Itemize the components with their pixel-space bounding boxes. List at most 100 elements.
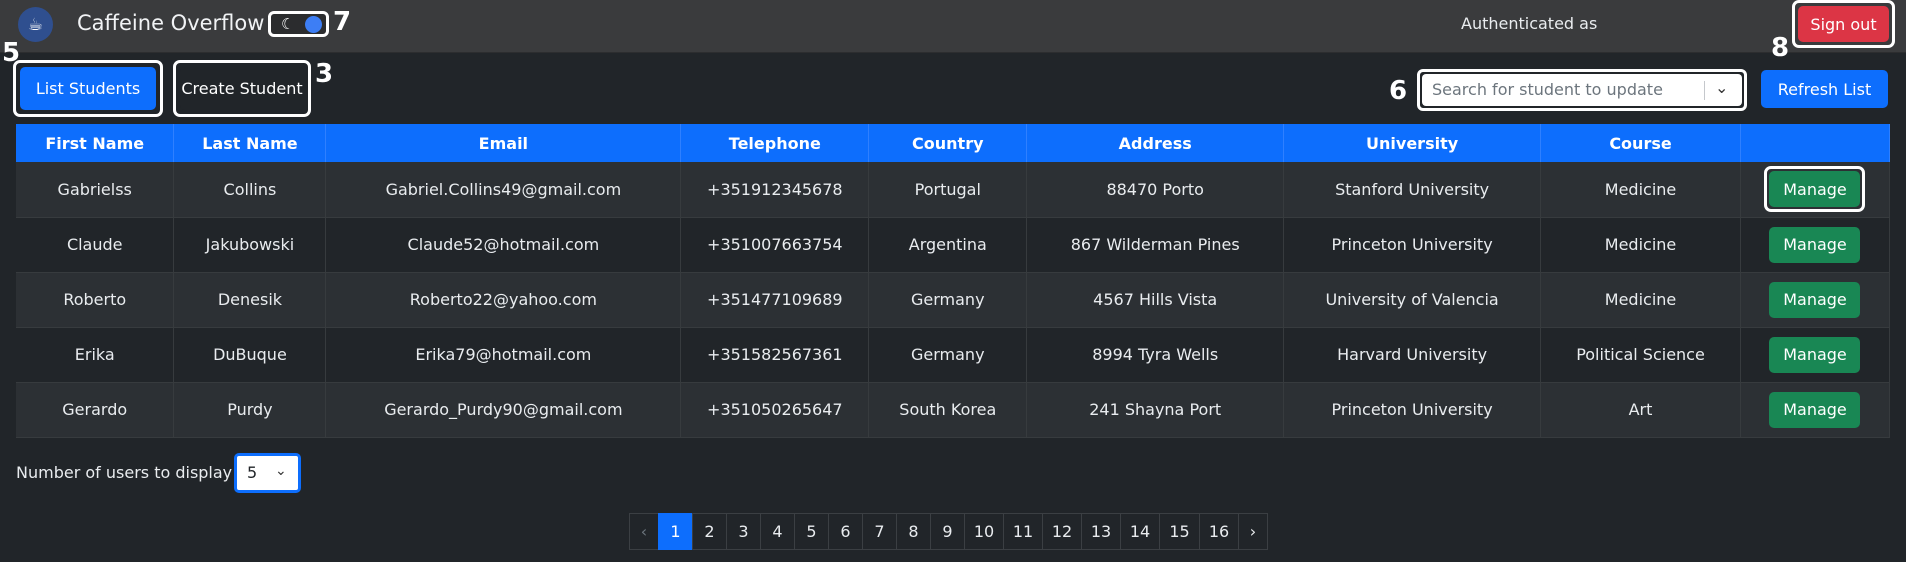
cell-course: Art <box>1540 382 1741 438</box>
cell-actions: Manage <box>1740 382 1891 438</box>
manage-button[interactable]: Manage <box>1769 391 1861 428</box>
badge-3: 3 <box>315 59 334 89</box>
manage-button[interactable]: Manage <box>1769 171 1861 208</box>
cell-course: Political Science <box>1540 327 1741 383</box>
coffee-logo-icon[interactable]: ☕ <box>18 7 53 42</box>
moon-icon: ☾ <box>281 15 295 33</box>
navbar: ☕ Caffeine Overflow ☾ 7 Authenticated as… <box>0 0 1906 53</box>
cell-first-name: Gerardo <box>16 382 175 438</box>
users-per-page-select[interactable]: 5 ⌄ <box>234 453 301 493</box>
cell-country: Argentina <box>868 217 1028 273</box>
table-row: Gabrielss Collins Gabriel.Collins49@gmai… <box>16 162 1891 218</box>
table-row: Gerardo Purdy Gerardo_Purdy90@gmail.com … <box>16 382 1891 438</box>
cell-country: Portugal <box>868 162 1028 218</box>
cell-telephone: +351582567361 <box>680 327 870 383</box>
page-3[interactable]: 3 <box>726 513 761 550</box>
cell-address: 4567 Hills Vista <box>1026 272 1285 328</box>
page-14[interactable]: 14 <box>1120 513 1160 550</box>
table-header-row: First Name Last Name Email Telephone Cou… <box>16 124 1891 162</box>
cell-email: Erika79@hotmail.com <box>325 327 682 383</box>
cell-last-name: DuBuque <box>173 327 327 383</box>
cell-last-name: Collins <box>173 162 327 218</box>
refresh-list-button[interactable]: Refresh List <box>1761 70 1888 108</box>
students-table: First Name Last Name Email Telephone Cou… <box>16 124 1891 438</box>
users-per-page-value: 5 <box>247 463 258 482</box>
cell-email: Gerardo_Purdy90@gmail.com <box>325 382 682 438</box>
col-country: Country <box>868 124 1028 162</box>
cell-course: Medicine <box>1540 272 1741 328</box>
page-8[interactable]: 8 <box>896 513 931 550</box>
student-search-select[interactable]: Search for student to update ⌄ <box>1417 69 1747 111</box>
col-actions <box>1740 124 1891 162</box>
col-telephone: Telephone <box>680 124 870 162</box>
cell-country: Germany <box>868 327 1028 383</box>
create-student-button[interactable]: Create Student <box>180 67 304 110</box>
manage-button[interactable]: Manage <box>1769 281 1861 318</box>
cell-course: Medicine <box>1540 162 1741 218</box>
cell-actions: Manage <box>1740 327 1891 383</box>
cell-first-name: Roberto <box>16 272 175 328</box>
cell-university: Princeton University <box>1283 382 1542 438</box>
page-12[interactable]: 12 <box>1042 513 1082 550</box>
page-7[interactable]: 7 <box>862 513 897 550</box>
page-16[interactable]: 16 <box>1199 513 1239 550</box>
page-11[interactable]: 11 <box>1003 513 1043 550</box>
page-next[interactable]: › <box>1238 513 1268 550</box>
badge-6: 6 <box>1389 76 1408 106</box>
page-1[interactable]: 1 <box>658 513 693 550</box>
col-university: University <box>1283 124 1542 162</box>
cell-actions: Manage <box>1740 217 1891 273</box>
page-9[interactable]: 9 <box>930 513 965 550</box>
page-13[interactable]: 13 <box>1081 513 1121 550</box>
list-students-button[interactable]: List Students <box>20 67 156 110</box>
search-input-box[interactable]: Search for student to update ⌄ <box>1422 74 1742 106</box>
cell-address: 867 Wilderman Pines <box>1026 217 1285 273</box>
users-per-page-label: Number of users to display <box>16 463 233 482</box>
col-first-name: First Name <box>16 124 175 162</box>
cell-telephone: +351912345678 <box>680 162 870 218</box>
cell-address: 88470 Porto <box>1026 162 1285 218</box>
manage-button[interactable]: Manage <box>1769 336 1861 373</box>
cell-actions: Manage <box>1740 272 1891 328</box>
table-row: Claude Jakubowski Claude52@hotmail.com +… <box>16 217 1891 273</box>
table-row: Erika DuBuque Erika79@hotmail.com +35158… <box>16 327 1891 383</box>
signout-outline: Sign out <box>1792 0 1895 48</box>
select-divider <box>1704 81 1705 100</box>
manage-button[interactable]: Manage <box>1769 226 1861 263</box>
list-students-outline: List Students <box>13 60 163 117</box>
cell-email: Roberto22@yahoo.com <box>325 272 682 328</box>
col-course: Course <box>1540 124 1741 162</box>
page-5[interactable]: 5 <box>794 513 829 550</box>
cell-first-name: Gabrielss <box>16 162 175 218</box>
page-2[interactable]: 2 <box>692 513 727 550</box>
cell-telephone: +351050265647 <box>680 382 870 438</box>
cell-university: Harvard University <box>1283 327 1542 383</box>
col-email: Email <box>325 124 682 162</box>
cell-last-name: Purdy <box>173 382 327 438</box>
search-placeholder: Search for student to update <box>1432 80 1663 99</box>
sign-out-button[interactable]: Sign out <box>1798 6 1889 42</box>
page-6[interactable]: 6 <box>828 513 863 550</box>
page-prev[interactable]: ‹ <box>629 513 659 550</box>
chevron-down-icon[interactable]: ⌄ <box>1715 78 1728 97</box>
cell-actions: Manage <box>1740 162 1891 218</box>
table-row: Roberto Denesik Roberto22@yahoo.com +351… <box>16 272 1891 328</box>
cell-address: 8994 Tyra Wells <box>1026 327 1285 383</box>
create-student-outline: Create Student <box>173 60 311 117</box>
cell-country: South Korea <box>868 382 1028 438</box>
cell-first-name: Claude <box>16 217 175 273</box>
cell-first-name: Erika <box>16 327 175 383</box>
cell-telephone: +351007663754 <box>680 217 870 273</box>
col-last-name: Last Name <box>173 124 327 162</box>
cell-last-name: Denesik <box>173 272 327 328</box>
cell-last-name: Jakubowski <box>173 217 327 273</box>
chevron-down-icon: ⌄ <box>275 463 287 479</box>
badge-7: 7 <box>333 7 352 37</box>
cell-email: Gabriel.Collins49@gmail.com <box>325 162 682 218</box>
page-10[interactable]: 10 <box>964 513 1004 550</box>
page-15[interactable]: 15 <box>1159 513 1200 550</box>
theme-toggle[interactable]: ☾ <box>268 11 329 37</box>
cell-university: Princeton University <box>1283 217 1542 273</box>
cell-address: 241 Shayna Port <box>1026 382 1285 438</box>
page-4[interactable]: 4 <box>760 513 795 550</box>
